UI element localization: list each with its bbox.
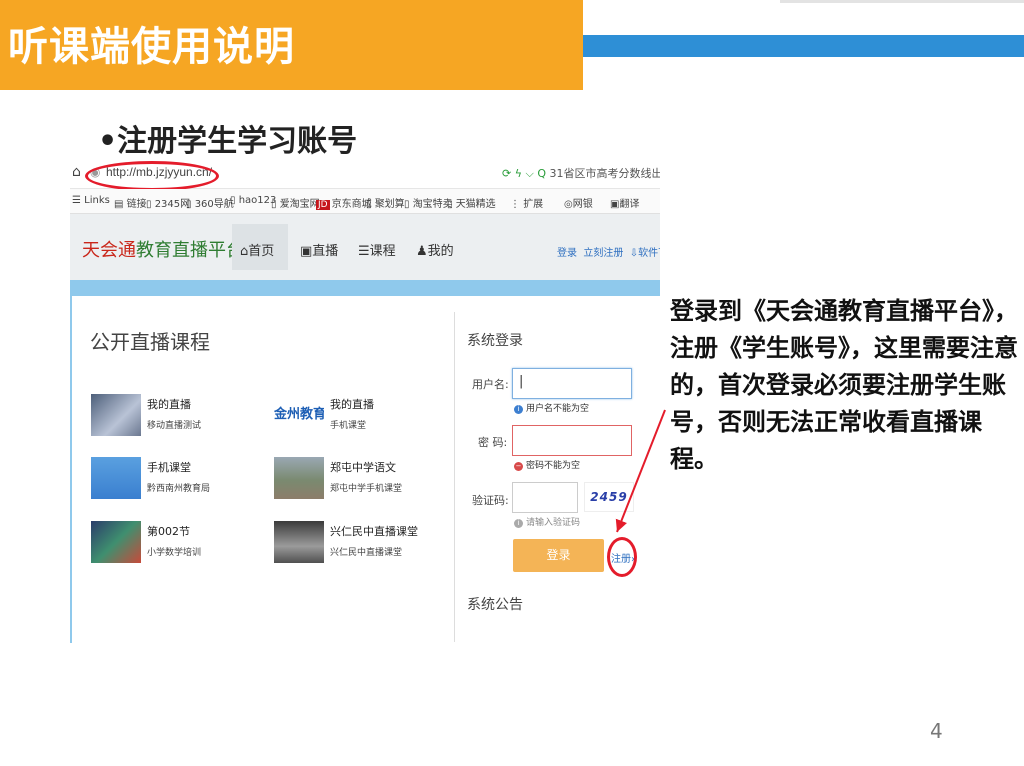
- fav-2345[interactable]: ▯ 2345网: [146, 195, 190, 210]
- site-header: 天会通教育直播平台 ⌂首页 ▣直播 ☰课程 ♟我的 登录 立刻注册 ⇩软件下载: [70, 214, 660, 280]
- user-icon: ♟: [416, 244, 428, 259]
- username-input[interactable]: |: [512, 368, 632, 399]
- error-icon: −: [514, 462, 523, 471]
- bullet-heading: •注册学生学习账号: [98, 124, 358, 159]
- username-label: 用户名:: [472, 378, 509, 391]
- login-title: 系统登录: [467, 333, 523, 349]
- fav-360[interactable]: ▯ 360导航: [186, 195, 234, 210]
- fav-taobao-temai[interactable]: ▯ 淘宝特卖: [404, 195, 453, 210]
- password-label: 密 码:: [478, 436, 508, 449]
- fav-tmall[interactable]: ▯ 天猫精选: [447, 195, 496, 210]
- course-thumbnail: [91, 521, 141, 563]
- address-bar: ⌂ ◉ http://mb.jzjyyun.cn/ ⟳ ϟ ⌵ Q 31省区市高…: [70, 160, 660, 191]
- fav-aitaobao[interactable]: ▯ 爱淘宝网: [271, 195, 320, 210]
- fav-extensions[interactable]: ⋮ 扩展: [510, 195, 543, 210]
- nav-home[interactable]: ⌂首页: [240, 240, 274, 259]
- site-content: 公开直播课程 我的直播 移动直播测试 金州教育 我的直播 手机课堂 手机课堂 黔…: [70, 296, 660, 643]
- fav-juhuasuan[interactable]: ▯ 聚划算: [366, 195, 405, 210]
- home-icon[interactable]: ⌂: [72, 164, 81, 180]
- register-now-link[interactable]: 立刻注册: [583, 248, 623, 259]
- course-thumbnail: [91, 394, 141, 436]
- course-thumbnail: [274, 457, 324, 499]
- password-input[interactable]: [512, 425, 632, 456]
- nav-courses[interactable]: ☰课程: [358, 240, 396, 259]
- info-icon: i: [514, 405, 523, 414]
- captcha-input[interactable]: [512, 482, 578, 513]
- search-suggestion[interactable]: ⟳ ϟ ⌵ Q 31省区市高考分数线出炉: [502, 165, 660, 181]
- captcha-label: 验证码:: [472, 494, 509, 507]
- captcha-hint: i 请输入验证码: [514, 515, 580, 528]
- captcha-image[interactable]: 2459: [584, 482, 634, 512]
- fav-jd[interactable]: JD 京东商城: [316, 195, 372, 210]
- notice-title: 系统公告: [467, 597, 523, 613]
- page-number: 4: [930, 719, 943, 743]
- fav-links[interactable]: ☰ Links: [72, 195, 110, 206]
- username-hint: i 用户名不能为空: [514, 401, 589, 414]
- search-suggestion-text: 31省区市高考分数线出炉: [549, 167, 660, 180]
- search-icon: Q: [537, 167, 546, 180]
- fav-bank[interactable]: ◎网银: [564, 195, 593, 210]
- nav-live[interactable]: ▣直播: [300, 240, 338, 259]
- url-highlight-circle: [85, 161, 219, 191]
- section-title: 公开直播课程: [90, 330, 210, 354]
- explanation-text: 登录到《天会通教育直播平台》，注册《学生账号》，这里需要注意的，首次登录必须要注…: [670, 297, 1018, 473]
- login-button[interactable]: 登录: [513, 539, 604, 572]
- refresh-icon[interactable]: ⟳ ϟ ⌵: [502, 167, 534, 180]
- info-icon: i: [514, 519, 523, 528]
- blue-band: [70, 280, 660, 296]
- title-bar: 听课端使用说明: [0, 0, 583, 90]
- fav-translate[interactable]: ▣翻译: [610, 195, 639, 210]
- live-icon: ▣: [300, 244, 313, 259]
- column-divider: [454, 312, 455, 642]
- header-links: 登录 立刻注册 ⇩软件下载: [557, 244, 660, 259]
- browser-screenshot: ⌂ ◉ http://mb.jzjyyun.cn/ ⟳ ϟ ⌵ Q 31省区市高…: [70, 160, 660, 643]
- nav-mine[interactable]: ♟我的: [416, 240, 454, 259]
- register-highlight-circle: [607, 537, 637, 577]
- password-hint: − 密码不能为空: [514, 461, 581, 471]
- download-icon: ⇩: [629, 248, 639, 259]
- list-icon: ☰: [358, 244, 370, 259]
- slide-title: 听课端使用说明: [8, 24, 295, 70]
- fav-lianjie[interactable]: ▤ 链接: [114, 195, 147, 210]
- course-thumbnail: [91, 457, 141, 499]
- login-link[interactable]: 登录: [557, 248, 577, 259]
- course-thumbnail: 金州教育: [274, 394, 324, 436]
- top-divider-blue: [583, 35, 1024, 57]
- fav-hao123[interactable]: ▯ hao123: [230, 195, 276, 206]
- favorites-bar: ☰ Links ▤ 链接 ▯ 2345网 ▯ 360导航 ▯ hao123 ▯ …: [70, 189, 660, 214]
- download-link[interactable]: 软件下载: [638, 248, 660, 259]
- jd-icon: JD: [316, 200, 330, 210]
- top-divider-gray: [780, 0, 1024, 3]
- course-thumbnail: [274, 521, 324, 563]
- site-logo[interactable]: 天会通教育直播平台: [82, 236, 244, 262]
